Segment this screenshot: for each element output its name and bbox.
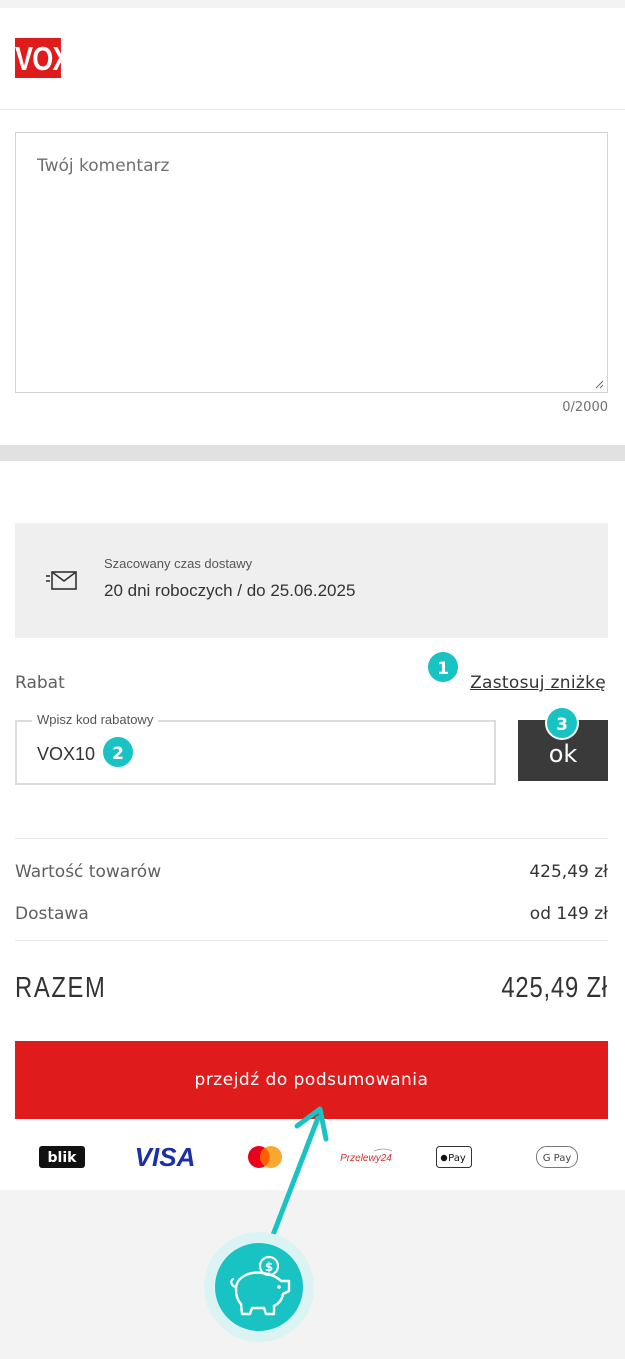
page-footer-area (0, 1190, 625, 1359)
discount-code-input[interactable] (37, 741, 457, 767)
svg-text:blik: blik (48, 1150, 78, 1166)
comment-textarea[interactable]: Twój komentarz (15, 132, 608, 393)
summary-row-goods: Wartość towarów 425,49 zł (15, 862, 608, 886)
payment-methods: blik VISA Przelewy24 Pay G Pay (15, 1137, 608, 1177)
summary-label: Dostawa (15, 904, 89, 924)
google-pay-logo: G Pay (532, 1137, 582, 1177)
discount-section-label: Rabat (15, 673, 65, 693)
total-label: RAZEM (15, 972, 107, 1004)
visa-logo: VISA (127, 1137, 203, 1177)
svg-text:Pay: Pay (448, 1153, 466, 1164)
top-strip (0, 0, 625, 8)
order-summary-section: Szacowany czas dostawy 20 dni roboczych … (0, 461, 625, 1190)
comment-section: Twój komentarz 0/2000 (0, 110, 625, 445)
annotation-badge-3: 3 (545, 706, 579, 740)
char-counter: 0/2000 (562, 400, 608, 415)
discount-code-field[interactable]: Wpisz kod rabatowy (15, 712, 496, 785)
blik-logo: blik (37, 1137, 87, 1177)
svg-text:VISA: VISA (135, 1144, 196, 1170)
vox-logo[interactable]: VOX (15, 38, 71, 78)
resize-grip-icon[interactable] (594, 379, 604, 389)
apply-discount-link[interactable]: Zastosuj zniżkę (470, 673, 606, 693)
summary-value: 425,49 zł (529, 862, 608, 882)
svg-text:Przelewy24: Przelewy24 (340, 1153, 392, 1164)
przelewy24-logo: Przelewy24 (328, 1137, 404, 1177)
divider (15, 838, 608, 839)
summary-label: Wartość towarów (15, 862, 162, 882)
summary-row-delivery: Dostawa od 149 zł (15, 904, 608, 928)
apple-pay-logo: Pay (432, 1137, 476, 1177)
summary-value: od 149 zł (529, 904, 608, 924)
delivery-estimate-box: Szacowany czas dostawy 20 dni roboczych … (15, 523, 608, 638)
envelope-icon (46, 571, 77, 590)
divider (15, 940, 608, 941)
annotation-badge-2: 2 (101, 735, 135, 769)
annotation-badge-1: 1 (426, 650, 460, 684)
mastercard-logo (240, 1137, 290, 1177)
section-divider (0, 445, 625, 461)
svg-text:G Pay: G Pay (543, 1153, 572, 1164)
site-header: VOX (0, 8, 625, 110)
delivery-value: 20 dni roboczych / do 25.06.2025 (104, 581, 356, 600)
comment-placeholder: Twój komentarz (37, 156, 170, 176)
proceed-to-summary-button[interactable]: przejdź do podsumowania (15, 1041, 608, 1119)
total-value: 425,49 Zł (501, 972, 608, 1004)
discount-field-legend: Wpisz kod rabatowy (32, 712, 159, 727)
delivery-label: Szacowany czas dostawy (104, 556, 253, 571)
